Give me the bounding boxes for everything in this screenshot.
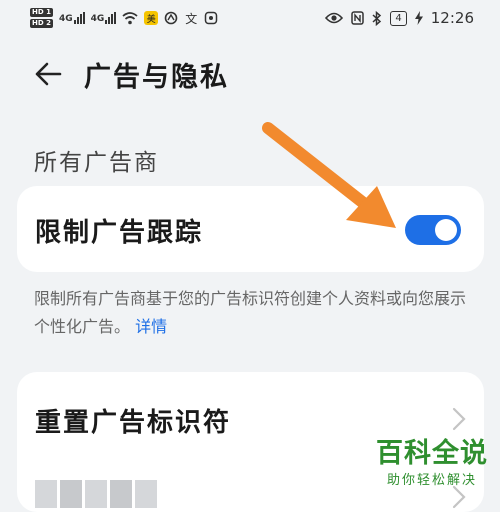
- clock: 12:26: [430, 9, 474, 27]
- section-title: 所有广告商: [34, 150, 159, 176]
- limit-tracking-card[interactable]: 限制广告跟踪: [17, 186, 484, 272]
- translate-app-icon: 文: [185, 11, 198, 26]
- hd2-badge: HD 2: [30, 19, 53, 28]
- reset-ad-id-label: 重置广告标识符: [35, 408, 232, 438]
- limit-tracking-label: 限制广告跟踪: [35, 218, 204, 248]
- limit-tracking-description: 限制所有广告商基于您的广告标识符创建个人资料或向您展示个性化广告。 详情: [34, 285, 474, 341]
- details-link[interactable]: 详情: [135, 317, 167, 336]
- signal-2: 4G: [91, 12, 117, 24]
- signal-bars-icon: [73, 12, 85, 24]
- wifi-icon: [122, 11, 138, 24]
- status-left: HD 1 HD 2 4G 4G 美 文: [30, 6, 218, 30]
- description-text: 限制所有广告商基于您的广告标识符创建个人资料或向您展示个性化广告。: [34, 289, 467, 336]
- net-type-2: 4G: [90, 14, 105, 24]
- net-type-1: 4G: [58, 14, 73, 24]
- hd1-badge: HD 1: [30, 8, 53, 17]
- watermark-logo: 百科全说 助你轻松解决: [376, 438, 488, 489]
- hd-indicators: HD 1 HD 2: [30, 8, 53, 28]
- back-arrow-icon[interactable]: [32, 58, 64, 90]
- signal-1: 4G: [59, 12, 85, 24]
- page-title: 广告与隐私: [84, 62, 229, 93]
- status-bar: HD 1 HD 2 4G 4G 美 文 4 12:26: [0, 0, 500, 36]
- meituan-app-icon: 美: [144, 11, 159, 25]
- message-app-icon: [205, 11, 218, 25]
- battery-indicator: 4: [390, 10, 407, 26]
- bluetooth-icon: [372, 10, 382, 26]
- watermark-title: 百科全说: [376, 438, 488, 469]
- chevron-right-icon: [452, 407, 466, 431]
- nfc-icon: [351, 11, 365, 25]
- lightning-icon: [414, 11, 423, 25]
- eye-icon: [325, 12, 344, 24]
- blurred-list-item[interactable]: [35, 480, 157, 508]
- app-notification-icon: [164, 11, 178, 25]
- limit-tracking-toggle[interactable]: [405, 215, 461, 245]
- toggle-knob: [435, 219, 457, 241]
- status-right: 4 12:26: [325, 6, 474, 30]
- watermark-subtitle: 助你轻松解决: [386, 473, 477, 488]
- signal-bars-icon: [105, 12, 117, 24]
